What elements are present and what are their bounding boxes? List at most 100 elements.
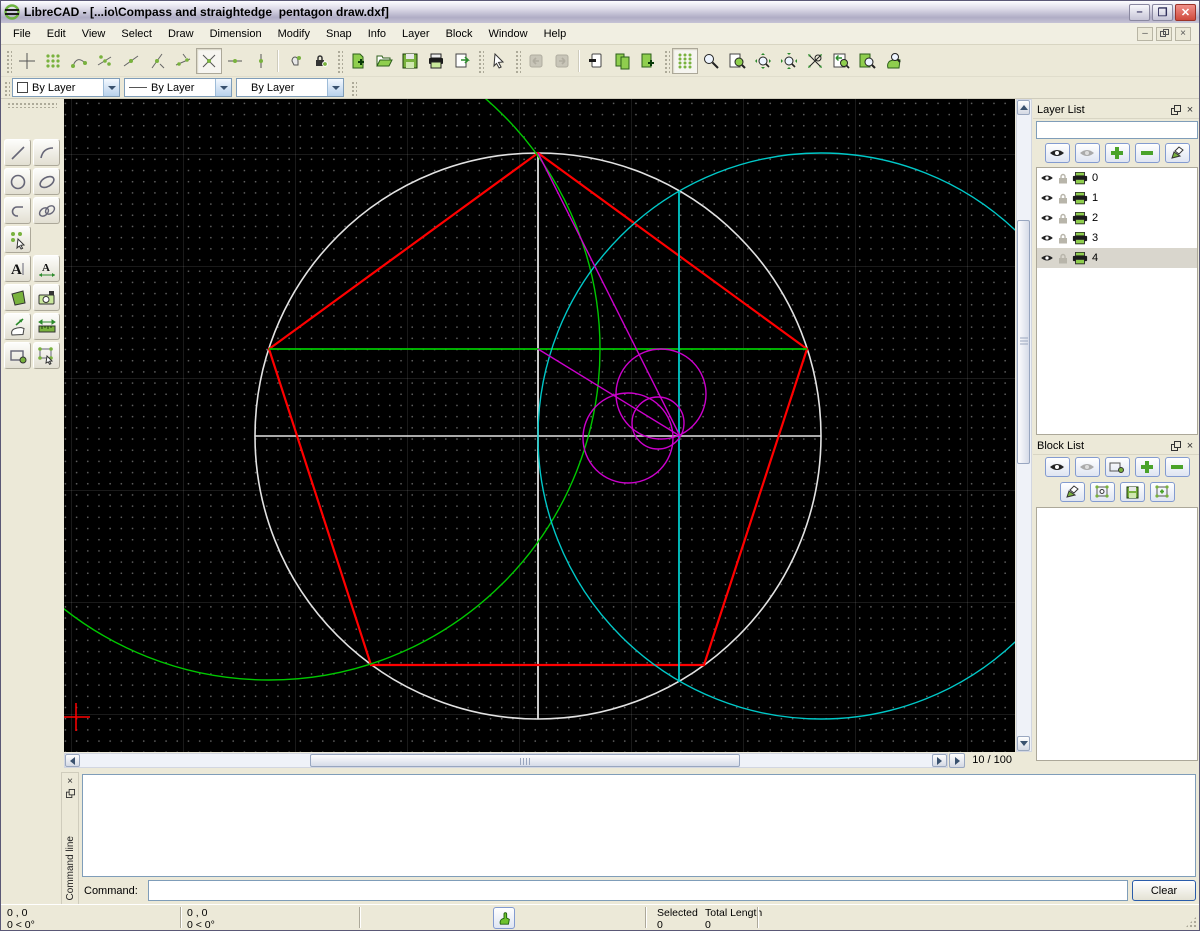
- snap-intersection-button[interactable]: [196, 48, 222, 74]
- zoom-page-button[interactable]: [854, 48, 880, 74]
- scroll-right-button[interactable]: [932, 754, 947, 767]
- print-preview-button[interactable]: [449, 48, 475, 74]
- coordinate-mode-button[interactable]: [493, 907, 515, 929]
- horizontal-scrollbar[interactable]: [64, 753, 948, 768]
- close-panel-icon[interactable]: ×: [1183, 103, 1197, 116]
- linewidth-combobox[interactable]: By Layer: [236, 78, 344, 97]
- toolbar-drag-handle[interactable]: [477, 49, 484, 73]
- zoom-increase-button[interactable]: [750, 48, 776, 74]
- scroll-more-button[interactable]: [949, 753, 965, 768]
- ellipse-tool-button[interactable]: [33, 168, 60, 195]
- menu-select[interactable]: Select: [113, 25, 160, 43]
- scroll-down-button[interactable]: [1017, 736, 1030, 751]
- menu-block[interactable]: Block: [438, 25, 481, 43]
- menu-edit[interactable]: Edit: [39, 25, 74, 43]
- snap-grid-button[interactable]: [40, 48, 66, 74]
- layer-name[interactable]: 2: [1092, 212, 1098, 224]
- mdi-close-button[interactable]: ×: [1175, 27, 1191, 41]
- restrict-vertical-button[interactable]: [248, 48, 274, 74]
- select-tool-button[interactable]: [4, 226, 31, 253]
- horizontal-scroll-thumb[interactable]: [310, 754, 740, 767]
- layer-print-icon[interactable]: [1072, 252, 1088, 265]
- layer-row-1[interactable]: 1: [1037, 188, 1197, 208]
- close-button[interactable]: ✕: [1175, 4, 1196, 21]
- toolbar-drag-handle[interactable]: [5, 49, 12, 73]
- toolbar-drag-handle[interactable]: [514, 49, 521, 73]
- linetype-combobox[interactable]: By Layer: [124, 78, 232, 97]
- mdi-minimize-button[interactable]: –: [1137, 27, 1153, 41]
- insert-block-button[interactable]: [1090, 482, 1115, 502]
- hide-all-layers-button[interactable]: [1075, 143, 1100, 163]
- layer-visible-icon[interactable]: [1040, 173, 1054, 183]
- layer-lock-icon[interactable]: [1058, 233, 1068, 244]
- float-panel-icon[interactable]: [1169, 439, 1183, 452]
- zoom-previous-button[interactable]: [828, 48, 854, 74]
- add-layer-button[interactable]: [1105, 143, 1130, 163]
- open-drawing-button[interactable]: [371, 48, 397, 74]
- line-tool-button[interactable]: [4, 139, 31, 166]
- block-list[interactable]: [1036, 507, 1198, 761]
- title-bar[interactable]: LibreCAD - [...io\Compass and straighted…: [1, 1, 1199, 23]
- remove-layer-button[interactable]: [1135, 143, 1160, 163]
- zoom-decrease-button[interactable]: [776, 48, 802, 74]
- edit-block-button[interactable]: [1060, 482, 1085, 502]
- close-dock-icon[interactable]: ×: [64, 775, 76, 787]
- restrict-horizontal-button[interactable]: [222, 48, 248, 74]
- layer-lock-icon[interactable]: [1058, 253, 1068, 264]
- block-tool-button[interactable]: [4, 342, 31, 369]
- layer-print-icon[interactable]: [1072, 192, 1088, 205]
- zoom-window-button[interactable]: [724, 48, 750, 74]
- hatch-tool-button[interactable]: [4, 284, 31, 311]
- toolbar-drag-handle[interactable]: [336, 49, 343, 73]
- close-panel-icon[interactable]: ×: [1183, 439, 1197, 452]
- float-panel-icon[interactable]: [1169, 103, 1183, 116]
- scroll-left-button[interactable]: [65, 754, 80, 767]
- clear-button[interactable]: Clear: [1132, 880, 1196, 901]
- toolbar-drag-handle[interactable]: [663, 49, 670, 73]
- layer-row-2[interactable]: 2: [1037, 208, 1197, 228]
- lock-relative-zero-button[interactable]: [308, 48, 334, 74]
- layer-row-4-selected[interactable]: 4: [1037, 248, 1197, 268]
- snap-endpoint-button[interactable]: [66, 48, 92, 74]
- chevron-down-icon[interactable]: [327, 79, 343, 96]
- menu-help[interactable]: Help: [536, 25, 575, 43]
- layer-name[interactable]: 1: [1092, 192, 1098, 204]
- remove-block-button[interactable]: [1165, 457, 1190, 477]
- snap-free-button[interactable]: [14, 48, 40, 74]
- menu-info[interactable]: Info: [360, 25, 394, 43]
- redo-button[interactable]: [549, 48, 575, 74]
- menu-snap[interactable]: Snap: [318, 25, 360, 43]
- zoom-pan-button[interactable]: [880, 48, 906, 74]
- layer-row-0[interactable]: 0: [1037, 168, 1197, 188]
- command-input[interactable]: [148, 880, 1128, 901]
- vertical-scrollbar[interactable]: [1016, 99, 1032, 752]
- undo-button[interactable]: [523, 48, 549, 74]
- layer-print-icon[interactable]: [1072, 172, 1088, 185]
- menu-dimension[interactable]: Dimension: [202, 25, 270, 43]
- layer-visible-icon[interactable]: [1040, 213, 1054, 223]
- snap-center-button[interactable]: [118, 48, 144, 74]
- color-combobox[interactable]: By Layer: [12, 78, 120, 97]
- zoom-in-button[interactable]: [698, 48, 724, 74]
- layer-visible-icon[interactable]: [1040, 233, 1054, 243]
- copy-button[interactable]: [609, 48, 635, 74]
- layer-row-3[interactable]: 3: [1037, 228, 1197, 248]
- menu-file[interactable]: File: [5, 25, 39, 43]
- new-block-button[interactable]: [1150, 482, 1175, 502]
- layer-filter-input[interactable]: [1036, 121, 1198, 139]
- hide-all-blocks-button[interactable]: [1075, 457, 1100, 477]
- edit-layer-button[interactable]: [1165, 143, 1190, 163]
- paste-button[interactable]: [635, 48, 661, 74]
- measure-tool-button[interactable]: [33, 313, 60, 340]
- menu-layer[interactable]: Layer: [394, 25, 438, 43]
- menu-window[interactable]: Window: [480, 25, 535, 43]
- layer-lock-icon[interactable]: [1058, 193, 1068, 204]
- command-dock-titlebar[interactable]: × Command line: [61, 772, 79, 905]
- modify-tool-button[interactable]: [4, 313, 31, 340]
- mdi-restore-button[interactable]: [1156, 27, 1172, 41]
- text-tool-button[interactable]: A: [4, 255, 31, 282]
- toolbar-drag-handle[interactable]: [350, 80, 357, 96]
- scroll-up-button[interactable]: [1017, 100, 1030, 115]
- vertical-scroll-thumb[interactable]: [1017, 220, 1030, 464]
- maximize-button[interactable]: ❒: [1152, 4, 1173, 21]
